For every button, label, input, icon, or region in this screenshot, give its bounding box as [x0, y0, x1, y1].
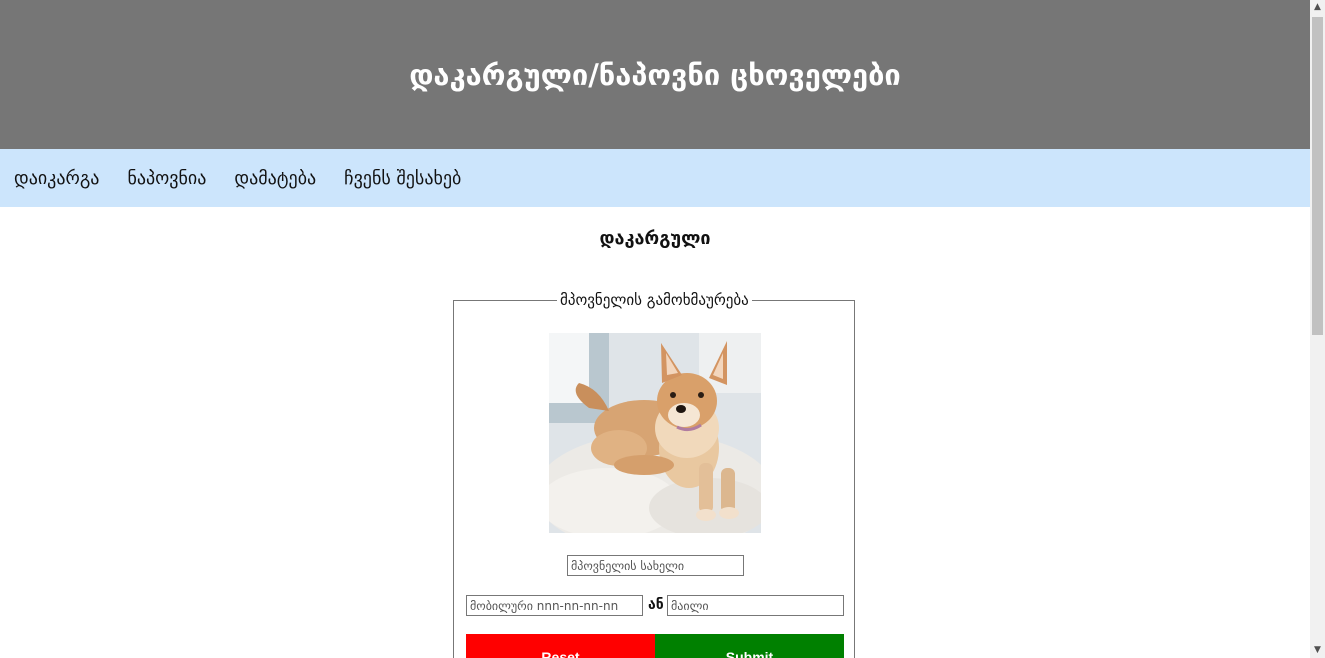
- or-label: ან: [648, 597, 664, 613]
- reset-button[interactable]: Reset: [466, 634, 655, 658]
- site-header: დაკარგული/ნაპოვნი ცხოველები: [0, 0, 1310, 149]
- finder-name-input[interactable]: [567, 555, 744, 576]
- scrollbar-thumb[interactable]: [1312, 17, 1323, 335]
- phone-input[interactable]: [466, 595, 643, 616]
- finder-response-form: მპოვნელის გამოხმაურება მპოვნელის სახელი …: [453, 291, 855, 658]
- form-legend: მპოვნელის გამოხმაურება: [560, 291, 749, 309]
- email-input[interactable]: [667, 595, 844, 616]
- chevron-down-icon[interactable]: ▼: [1310, 643, 1325, 658]
- vertical-scrollbar[interactable]: ▲ ▼: [1310, 0, 1325, 658]
- nav-item-found[interactable]: ნაპოვნია: [127, 168, 206, 189]
- submit-button[interactable]: Submit: [655, 634, 844, 658]
- nav-item-lost[interactable]: დაიკარგა: [14, 168, 99, 189]
- page: დაკარგული/ნაპოვნი ცხოველები დაიკარგა ნაპ…: [0, 0, 1310, 658]
- main-nav: დაიკარგა ნაპოვნია დამატება ჩვენს შესახებ: [0, 149, 1310, 207]
- section-title: დაკარგული: [599, 228, 711, 249]
- nav-item-about[interactable]: ჩვენს შესახებ: [344, 168, 461, 189]
- chevron-up-icon[interactable]: ▲: [1310, 0, 1325, 15]
- nav-item-add[interactable]: დამატება: [234, 168, 316, 189]
- site-title: დაკარგული/ნაპოვნი ცხოველები: [409, 57, 901, 92]
- pet-photo: [549, 333, 761, 533]
